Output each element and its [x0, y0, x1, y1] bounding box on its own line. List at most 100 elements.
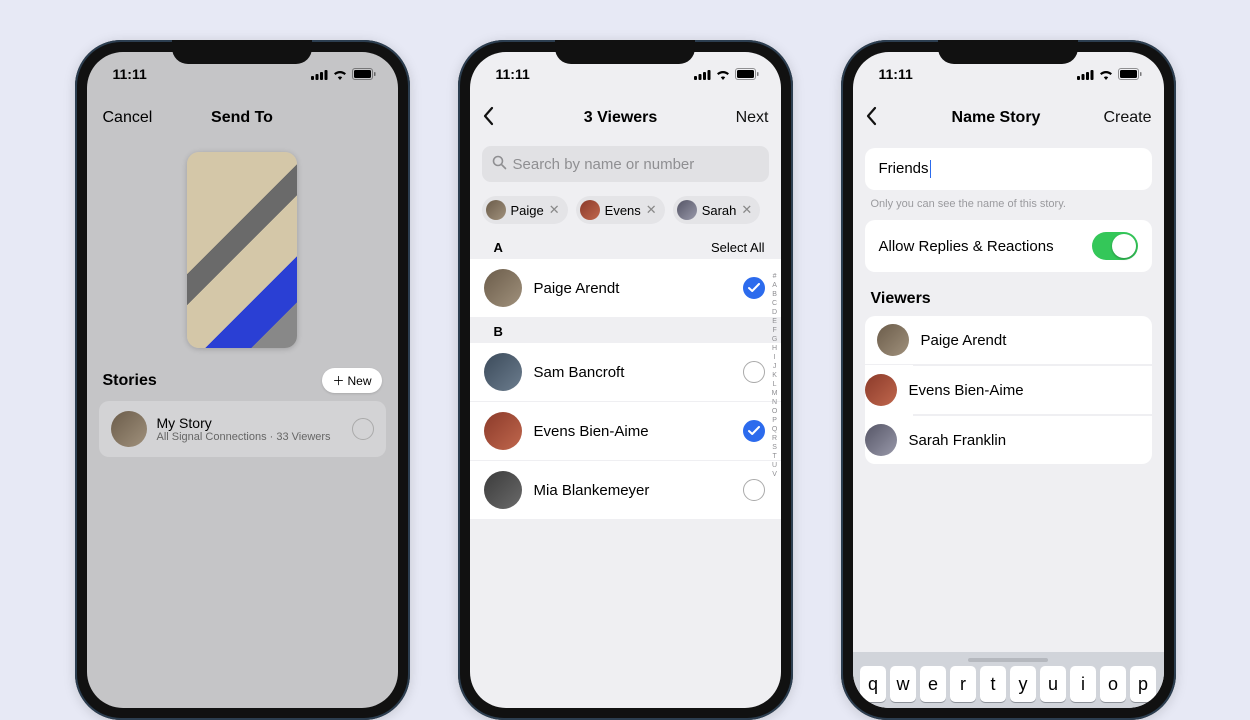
select-all-button[interactable]: Select All: [711, 240, 764, 255]
index-letter[interactable]: K: [772, 371, 778, 380]
select-radio[interactable]: [352, 418, 374, 440]
avatar: [865, 424, 897, 456]
index-letter[interactable]: O: [772, 407, 778, 416]
nav-bar: Cancel Send To: [87, 96, 398, 140]
battery-icon: [735, 68, 759, 80]
keyboard-key[interactable]: w: [890, 666, 916, 702]
contact-row[interactable]: Paige Arendt: [470, 259, 781, 318]
index-letter[interactable]: I: [772, 353, 778, 362]
select-radio[interactable]: [743, 420, 765, 442]
index-letter[interactable]: H: [772, 344, 778, 353]
back-button[interactable]: [482, 106, 506, 131]
contact-name: Mia Blankemeyer: [534, 482, 731, 499]
index-letter[interactable]: #: [772, 272, 778, 281]
viewer-name: Sarah Franklin: [909, 432, 1007, 449]
name-hint: Only you can see the name of this story.: [853, 196, 1164, 220]
alphabet-index[interactable]: #ABCDEFGHIJKLMNOPQRSTUV: [772, 272, 778, 479]
keyboard-key[interactable]: i: [1070, 666, 1096, 702]
next-button[interactable]: Next: [736, 109, 769, 127]
cellular-icon: [694, 69, 711, 80]
cancel-button[interactable]: Cancel: [103, 109, 173, 127]
story-name-input[interactable]: Friends: [865, 148, 1152, 190]
phone-name-story: 11:11 Name Story Create Friends Only you…: [841, 40, 1176, 720]
viewer-row[interactable]: Paige Arendt: [865, 316, 1152, 365]
index-letter[interactable]: L: [772, 380, 778, 389]
page-title: Name Story: [889, 109, 1104, 127]
contact-name: Evens Bien-Aime: [534, 423, 731, 440]
keyboard-key[interactable]: o: [1100, 666, 1126, 702]
index-letter[interactable]: D: [772, 308, 778, 317]
keyboard-key[interactable]: p: [1130, 666, 1156, 702]
avatar: [484, 269, 522, 307]
select-radio[interactable]: [743, 277, 765, 299]
plus-icon: ＋: [332, 372, 344, 389]
phone-send-to: 11:11 Cancel Send To Stories ＋ New My St…: [75, 40, 410, 720]
keyboard-key[interactable]: u: [1040, 666, 1066, 702]
allow-replies-toggle[interactable]: [1092, 232, 1138, 260]
index-letter[interactable]: F: [772, 326, 778, 335]
story-photo-preview[interactable]: [187, 152, 297, 348]
search-placeholder: Search by name or number: [513, 156, 695, 173]
index-letter[interactable]: U: [772, 461, 778, 470]
avatar: [877, 324, 909, 356]
create-button[interactable]: Create: [1103, 109, 1151, 127]
my-story-title: My Story: [157, 415, 342, 431]
avatar: [484, 412, 522, 450]
keyboard-key[interactable]: q: [860, 666, 886, 702]
contact-row[interactable]: Evens Bien-Aime: [470, 402, 781, 461]
contact-row[interactable]: Mia Blankemeyer: [470, 461, 781, 520]
new-story-label: New: [347, 374, 371, 388]
index-letter[interactable]: S: [772, 443, 778, 452]
wifi-icon: [715, 69, 731, 80]
keyboard[interactable]: qwertyuiop: [853, 652, 1164, 708]
index-letter[interactable]: B: [772, 290, 778, 299]
stories-header: Stories: [103, 372, 157, 390]
index-letter[interactable]: Q: [772, 425, 778, 434]
viewer-row[interactable]: Sarah Franklin: [913, 415, 1152, 464]
contact-row[interactable]: Sam Bancroft: [470, 343, 781, 402]
contact-name: Sam Bancroft: [534, 364, 731, 381]
index-letter[interactable]: P: [772, 416, 778, 425]
select-radio[interactable]: [743, 361, 765, 383]
text-cursor: [930, 160, 932, 178]
index-letter[interactable]: V: [772, 470, 778, 479]
index-letter[interactable]: M: [772, 389, 778, 398]
selected-chip[interactable]: Evens ✕: [576, 196, 665, 224]
chip-name: Paige: [511, 203, 544, 218]
viewer-row[interactable]: Evens Bien-Aime: [913, 365, 1152, 415]
avatar: [486, 200, 506, 220]
page-title: 3 Viewers: [506, 109, 736, 127]
index-letter[interactable]: E: [772, 317, 778, 326]
my-story-subtitle: All Signal Connections · 33 Viewers: [157, 431, 342, 443]
notch: [172, 40, 312, 64]
back-button[interactable]: [865, 106, 889, 131]
keyboard-key[interactable]: e: [920, 666, 946, 702]
avatar: [677, 200, 697, 220]
keyboard-key[interactable]: t: [980, 666, 1006, 702]
index-letter[interactable]: N: [772, 398, 778, 407]
index-letter[interactable]: G: [772, 335, 778, 344]
keyboard-key[interactable]: y: [1010, 666, 1036, 702]
chip-name: Evens: [605, 203, 641, 218]
index-letter[interactable]: R: [772, 434, 778, 443]
keyboard-key[interactable]: r: [950, 666, 976, 702]
my-story-tile[interactable]: My Story All Signal Connections · 33 Vie…: [99, 401, 386, 457]
viewers-header: Viewers: [853, 272, 1164, 316]
selected-chip[interactable]: Paige ✕: [482, 196, 568, 224]
index-letter[interactable]: A: [772, 281, 778, 290]
remove-icon[interactable]: ✕: [741, 202, 752, 218]
index-letter[interactable]: T: [772, 452, 778, 461]
remove-icon[interactable]: ✕: [549, 202, 560, 218]
new-story-button[interactable]: ＋ New: [322, 368, 381, 393]
selected-chips: Paige✕Evens✕Sarah✕: [470, 188, 781, 234]
index-letter[interactable]: J: [772, 362, 778, 371]
search-input[interactable]: Search by name or number: [482, 146, 769, 182]
avatar: [484, 471, 522, 509]
remove-icon[interactable]: ✕: [646, 202, 657, 218]
index-letter[interactable]: C: [772, 299, 778, 308]
status-time: 11:11: [113, 66, 147, 82]
selected-chip[interactable]: Sarah✕: [673, 196, 761, 224]
select-radio[interactable]: [743, 479, 765, 501]
wifi-icon: [1098, 69, 1114, 80]
viewer-name: Paige Arendt: [921, 332, 1007, 349]
